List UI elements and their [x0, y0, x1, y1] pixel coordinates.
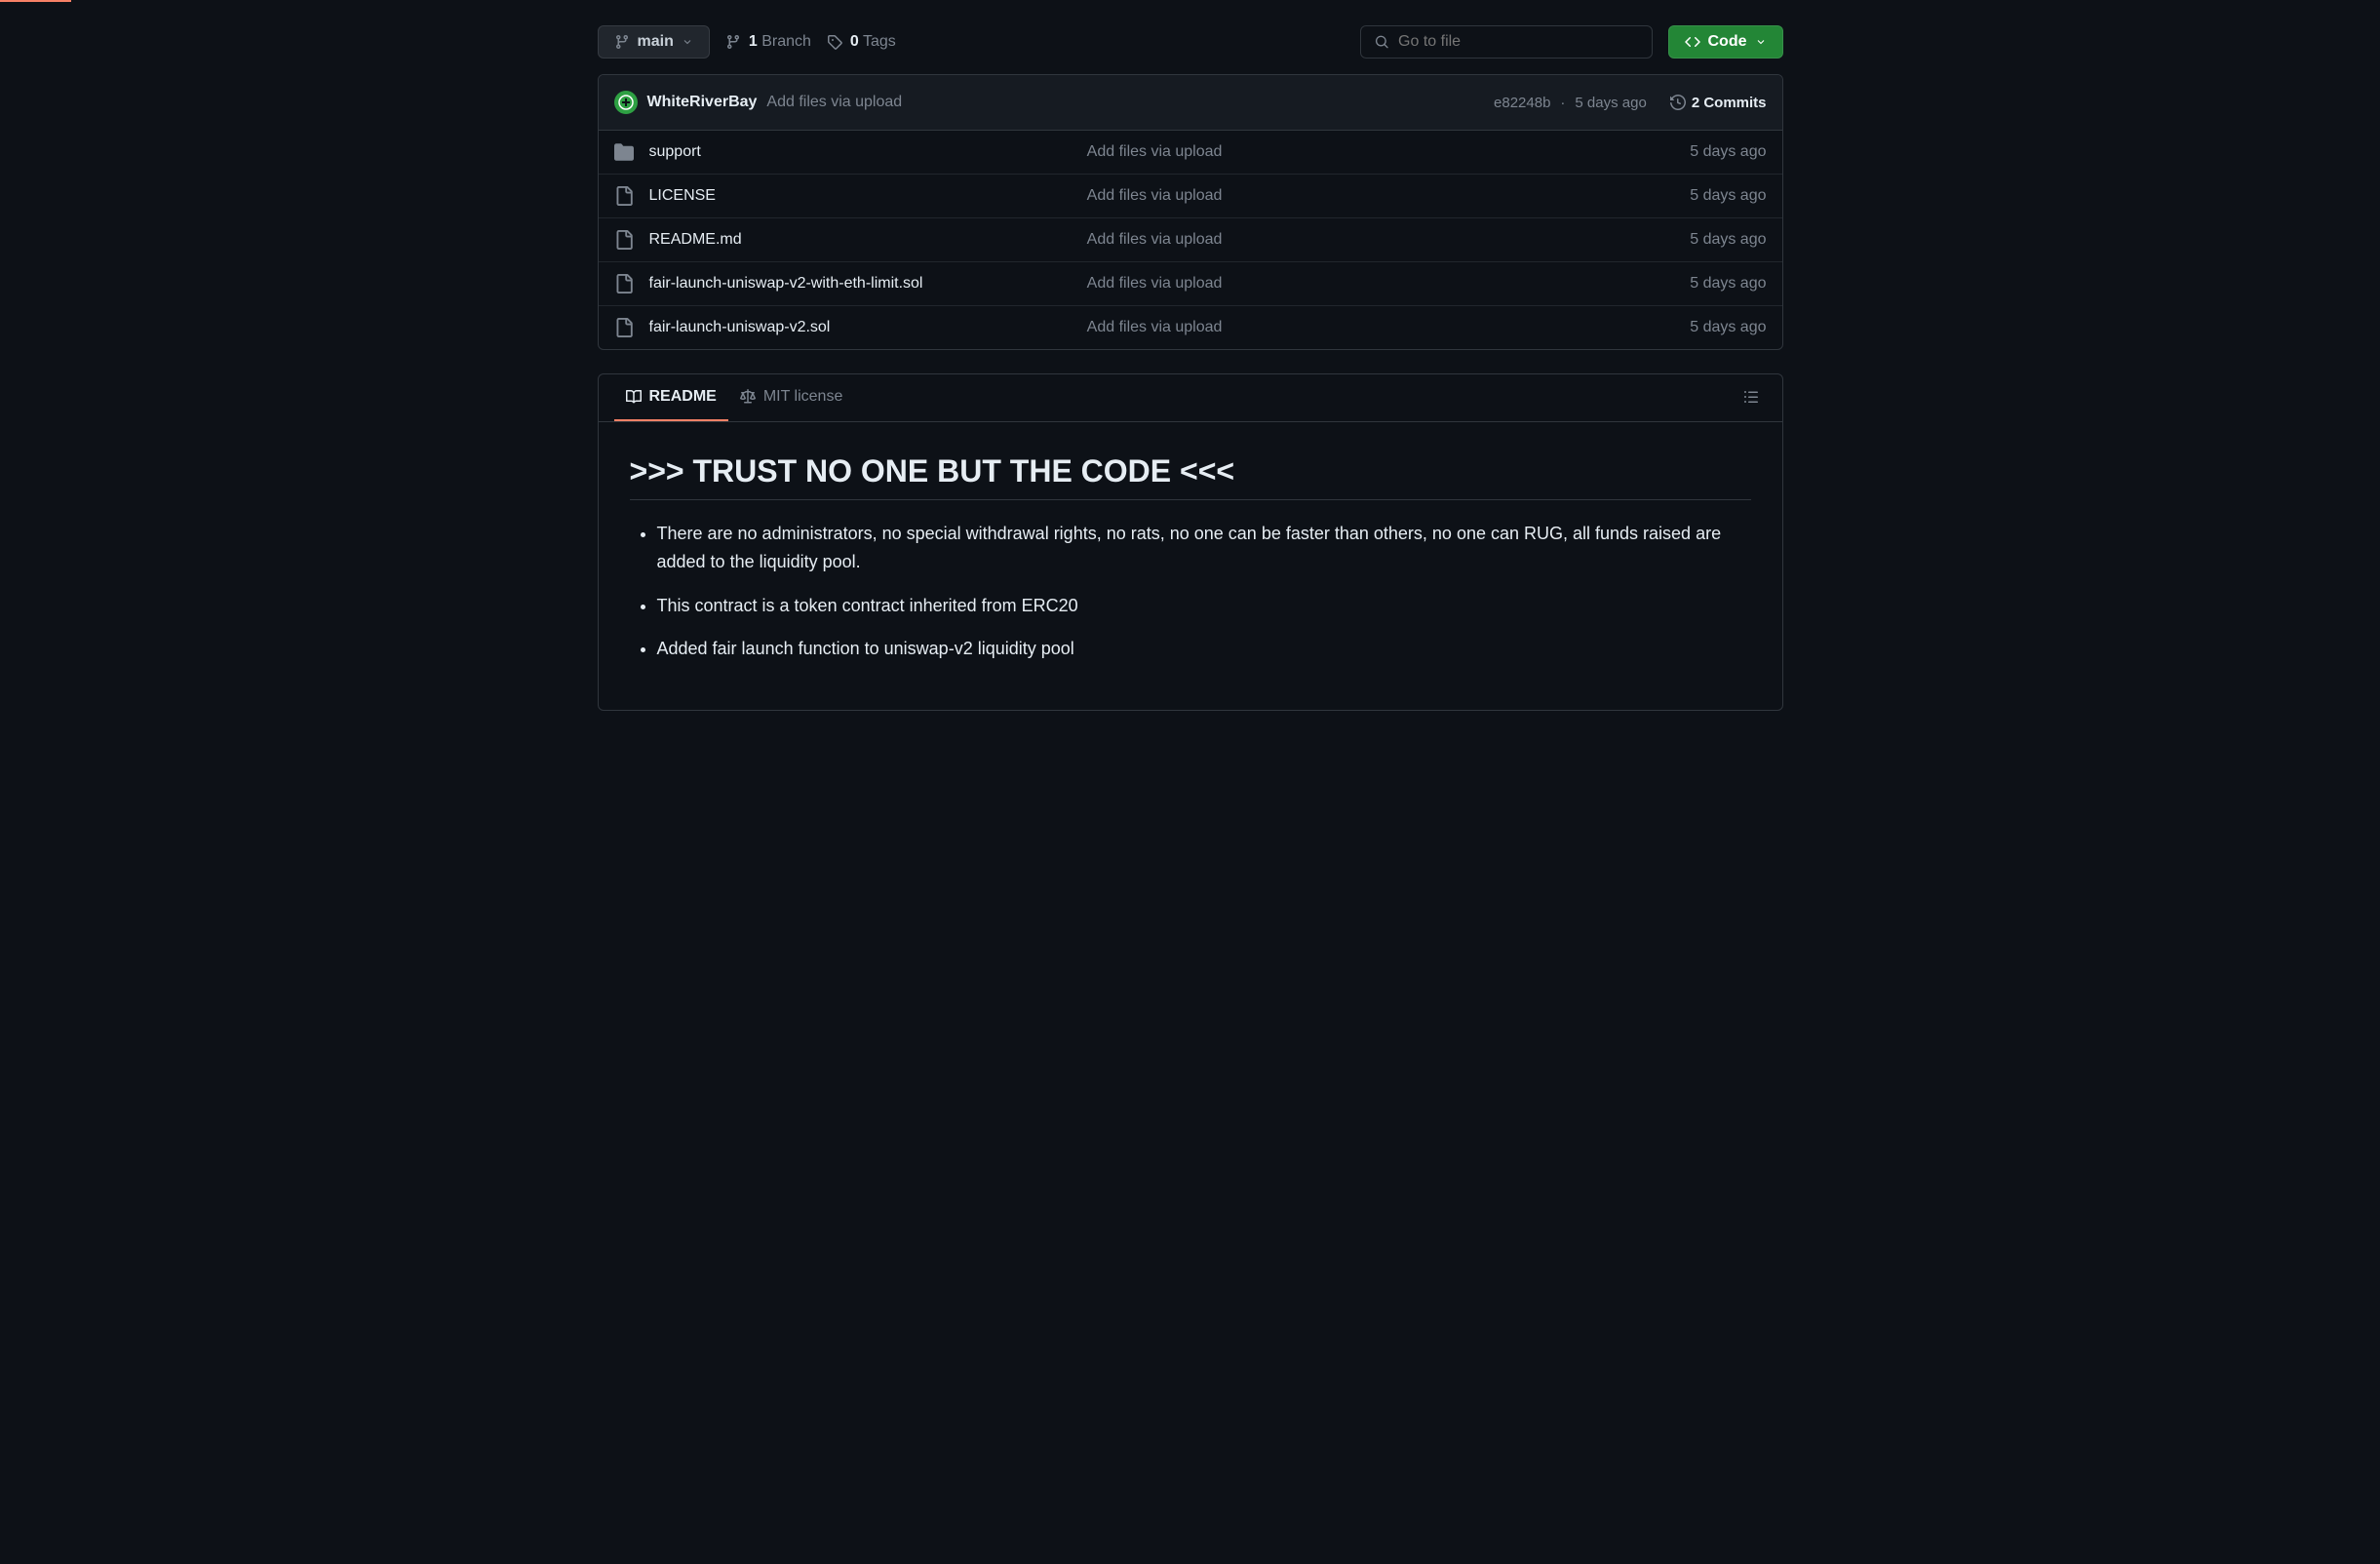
book-icon [626, 389, 642, 405]
readme-tabs: README MIT license [599, 374, 1782, 422]
file-row: README.md Add files via upload 5 days ago [599, 218, 1782, 262]
file-name-link[interactable]: support [649, 143, 701, 160]
readme-bullet: Added fair launch function to uniswap-v2… [657, 635, 1751, 663]
file-row: support Add files via upload 5 days ago [599, 131, 1782, 175]
file-name-link[interactable]: fair-launch-uniswap-v2-with-eth-limit.so… [649, 275, 923, 292]
tag-icon [827, 34, 842, 50]
commit-sha[interactable]: e82248b [1494, 95, 1550, 111]
outline-button[interactable] [1736, 381, 1767, 415]
search-icon [1375, 34, 1389, 50]
avatar[interactable] [614, 91, 638, 114]
branch-selector-button[interactable]: main [598, 25, 710, 59]
file-icon [614, 186, 634, 206]
history-icon [1670, 95, 1686, 110]
file-search-input[interactable] [1398, 33, 1637, 51]
chevron-down-icon [682, 36, 693, 48]
latest-commit-header: WhiteRiverBay Add files via upload e8224… [599, 75, 1782, 131]
branches-link[interactable]: 1 Branch [725, 33, 811, 51]
file-commit-link[interactable]: Add files via upload [1087, 231, 1223, 248]
readme-bullet: There are no administrators, no special … [657, 520, 1751, 576]
file-icon [614, 274, 634, 293]
avatar-icon [618, 95, 634, 110]
commit-author-link[interactable]: WhiteRiverBay [647, 94, 758, 111]
chevron-down-icon [1755, 36, 1767, 48]
file-search-box[interactable] [1360, 25, 1653, 59]
file-icon [614, 318, 634, 337]
branch-icon [614, 34, 630, 50]
readme-content: >>> TRUST NO ONE BUT THE CODE <<< There … [599, 422, 1782, 710]
file-row: fair-launch-uniswap-v2-with-eth-limit.so… [599, 262, 1782, 306]
commits-history-link[interactable]: 2 Commits [1670, 95, 1767, 111]
commit-message-link[interactable]: Add files via upload [766, 94, 902, 111]
commit-date: 5 days ago [1575, 95, 1646, 111]
file-date: 5 days ago [1690, 275, 1766, 293]
file-icon [614, 230, 634, 250]
code-button[interactable]: Code [1668, 25, 1783, 59]
file-row: fair-launch-uniswap-v2.sol Add files via … [599, 306, 1782, 349]
code-icon [1685, 34, 1700, 50]
file-name-link[interactable]: fair-launch-uniswap-v2.sol [649, 319, 831, 335]
file-commit-link[interactable]: Add files via upload [1087, 275, 1223, 292]
branch-icon [725, 34, 741, 50]
file-list-panel: WhiteRiverBay Add files via upload e8224… [598, 74, 1783, 350]
tab-license[interactable]: MIT license [728, 374, 855, 421]
branch-name: main [638, 33, 674, 51]
readme-heading: >>> TRUST NO ONE BUT THE CODE <<< [630, 453, 1751, 500]
file-date: 5 days ago [1690, 187, 1766, 205]
repo-toolbar: main 1 Branch 0 Tags Code [598, 25, 1783, 59]
list-icon [1743, 389, 1759, 405]
readme-bullet: This contract is a token contract inheri… [657, 592, 1751, 620]
file-name-link[interactable]: LICENSE [649, 187, 716, 204]
file-commit-link[interactable]: Add files via upload [1087, 143, 1223, 160]
file-commit-link[interactable]: Add files via upload [1087, 187, 1223, 204]
tags-link[interactable]: 0 Tags [827, 33, 896, 51]
file-row: LICENSE Add files via upload 5 days ago [599, 175, 1782, 218]
folder-icon [614, 142, 634, 162]
file-date: 5 days ago [1690, 143, 1766, 161]
file-date: 5 days ago [1690, 319, 1766, 336]
file-commit-link[interactable]: Add files via upload [1087, 319, 1223, 335]
tab-readme[interactable]: README [614, 374, 728, 421]
readme-panel: README MIT license >>> TRUST NO ONE BUT … [598, 373, 1783, 711]
law-icon [740, 389, 756, 405]
file-date: 5 days ago [1690, 231, 1766, 249]
file-name-link[interactable]: README.md [649, 231, 742, 248]
